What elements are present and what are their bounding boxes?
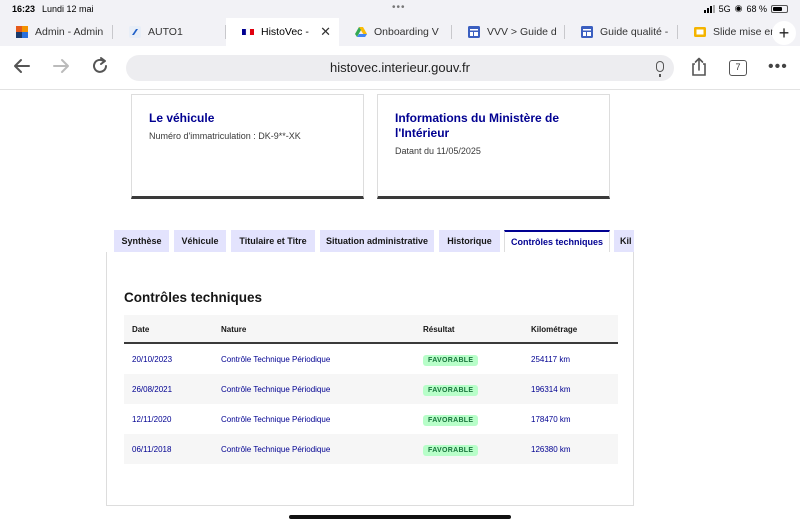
cell-nature: Contrôle Technique Périodique	[221, 355, 331, 364]
page-content: Le véhicule Numéro d'immatriculation : D…	[0, 90, 800, 525]
more-menu-icon[interactable]: •••	[768, 58, 788, 76]
controles-table: Date Nature Résultat Kilométrage 20/10/2…	[124, 315, 618, 464]
browser-tab-vvv-guide[interactable]: VVV > Guide d	[452, 18, 565, 46]
card-title: Informations du Ministère de l'Intérieur	[395, 111, 560, 140]
clock: 16:23	[12, 4, 36, 14]
docs-favicon-icon	[581, 26, 593, 38]
browser-tab-onboarding[interactable]: Onboarding V	[339, 18, 452, 46]
cell-kilometrage: 178470 km	[531, 415, 571, 424]
controles-techniques-panel: Contrôles techniques Date Nature Résulta…	[106, 252, 634, 506]
home-indicator[interactable]	[289, 515, 511, 519]
location-icon: ◉	[734, 3, 743, 13]
tab-synthese[interactable]: Synthèse	[114, 230, 169, 252]
tab-label: Onboarding V	[374, 26, 439, 38]
browser-tab-histovec[interactable]: HistoVec - ✕	[226, 18, 339, 46]
tab-label: Admin - Admin	[35, 26, 104, 38]
cell-kilometrage: 254117 km	[531, 355, 570, 364]
slides-favicon-icon	[694, 26, 706, 38]
status-bar: 16:23 Lundi 12 mai ••• 5G ◉ 68 %	[0, 0, 800, 18]
header-nature: Nature	[221, 325, 247, 334]
battery-icon	[771, 4, 788, 13]
google-drive-favicon-icon	[355, 26, 367, 38]
tab-label: Guide qualité -	[600, 26, 669, 38]
tab-titulaire-titre[interactable]: Titulaire et Titre	[231, 230, 315, 252]
browser-tab-auto1[interactable]: AUTO1	[113, 18, 226, 46]
tab-count-button[interactable]: 7	[729, 60, 747, 76]
table-header: Date Nature Résultat Kilométrage	[124, 315, 618, 344]
network-label: 5G	[718, 3, 731, 14]
back-arrow-icon[interactable]	[12, 56, 32, 82]
close-tab-icon[interactable]: ✕	[320, 24, 331, 40]
reload-icon[interactable]	[90, 56, 110, 82]
cell-date: 26/08/2021	[132, 385, 173, 394]
result-badge: FAVORABLE	[423, 445, 479, 456]
cell-date: 12/11/2020	[132, 415, 172, 424]
table-row: 20/10/2023 Contrôle Technique Périodique…	[124, 344, 618, 374]
result-badge: FAVORABLE	[423, 355, 479, 366]
card-text: Datant du 11/05/2025	[395, 146, 481, 156]
share-icon[interactable]	[690, 57, 708, 77]
tab-historique[interactable]: Historique	[439, 230, 500, 252]
url-bar[interactable]: histovec.interieur.gouv.fr	[126, 55, 674, 81]
forward-arrow-icon[interactable]	[51, 56, 71, 82]
tab-vehicule[interactable]: Véhicule	[174, 230, 226, 252]
ministry-info-card: Informations du Ministère de l'Intérieur…	[377, 94, 610, 199]
tab-controles-techniques[interactable]: Contrôles techniques	[504, 230, 610, 252]
url-text: histovec.interieur.gouv.fr	[330, 60, 470, 75]
card-title: Le véhicule	[149, 111, 215, 125]
tab-label: HistoVec -	[261, 26, 309, 38]
cell-date: 06/11/2018	[132, 445, 172, 454]
auto1-favicon-icon	[129, 26, 141, 38]
table-row: 12/11/2020 Contrôle Technique Périodique…	[124, 404, 618, 434]
vehicle-card: Le véhicule Numéro d'immatriculation : D…	[131, 94, 364, 199]
new-tab-button[interactable]: +	[772, 21, 796, 45]
result-badge: FAVORABLE	[423, 385, 479, 396]
table-row: 06/11/2018 Contrôle Technique Périodique…	[124, 434, 618, 464]
multitasking-dots-icon[interactable]: •••	[392, 2, 406, 13]
microphone-icon[interactable]	[656, 61, 664, 77]
cell-kilometrage: 196314 km	[531, 385, 571, 394]
card-text: Numéro d'immatriculation : DK-9**-XK	[149, 131, 301, 141]
address-toolbar: histovec.interieur.gouv.fr 7 •••	[0, 46, 800, 90]
browser-tab-admin[interactable]: Admin - Admin	[0, 18, 113, 46]
cell-nature: Contrôle Technique Périodique	[221, 415, 331, 424]
signal-icon	[703, 4, 715, 13]
cell-nature: Contrôle Technique Périodique	[221, 445, 331, 454]
page-tab-list: Synthèse Véhicule Titulaire et Titre Sit…	[114, 230, 634, 252]
date: Lundi 12 mai	[42, 4, 94, 14]
docs-favicon-icon	[468, 26, 480, 38]
section-title: Contrôles techniques	[124, 290, 263, 305]
french-flag-favicon-icon	[242, 26, 254, 38]
header-date: Date	[132, 325, 150, 334]
header-resultat: Résultat	[423, 325, 455, 334]
browser-tab-strip: Admin - Admin AUTO1 HistoVec - ✕ Onboard…	[0, 18, 800, 46]
table-row: 26/08/2021 Contrôle Technique Périodique…	[124, 374, 618, 404]
admin-favicon-icon	[16, 26, 28, 38]
tab-situation-administrative[interactable]: Situation administrative	[320, 230, 434, 252]
header-kilometrage: Kilométrage	[531, 325, 578, 334]
cell-date: 20/10/2023	[132, 355, 173, 364]
cell-kilometrage: 126380 km	[531, 445, 571, 454]
cell-nature: Contrôle Technique Périodique	[221, 385, 331, 394]
battery-percent: 68 %	[746, 3, 767, 14]
result-badge: FAVORABLE	[423, 415, 479, 426]
browser-tab-guide-qualite[interactable]: Guide qualité -	[565, 18, 678, 46]
tab-label: VVV > Guide d	[487, 26, 557, 38]
tab-kilometrage[interactable]: Kil	[614, 230, 634, 252]
tab-label: AUTO1	[148, 26, 183, 38]
